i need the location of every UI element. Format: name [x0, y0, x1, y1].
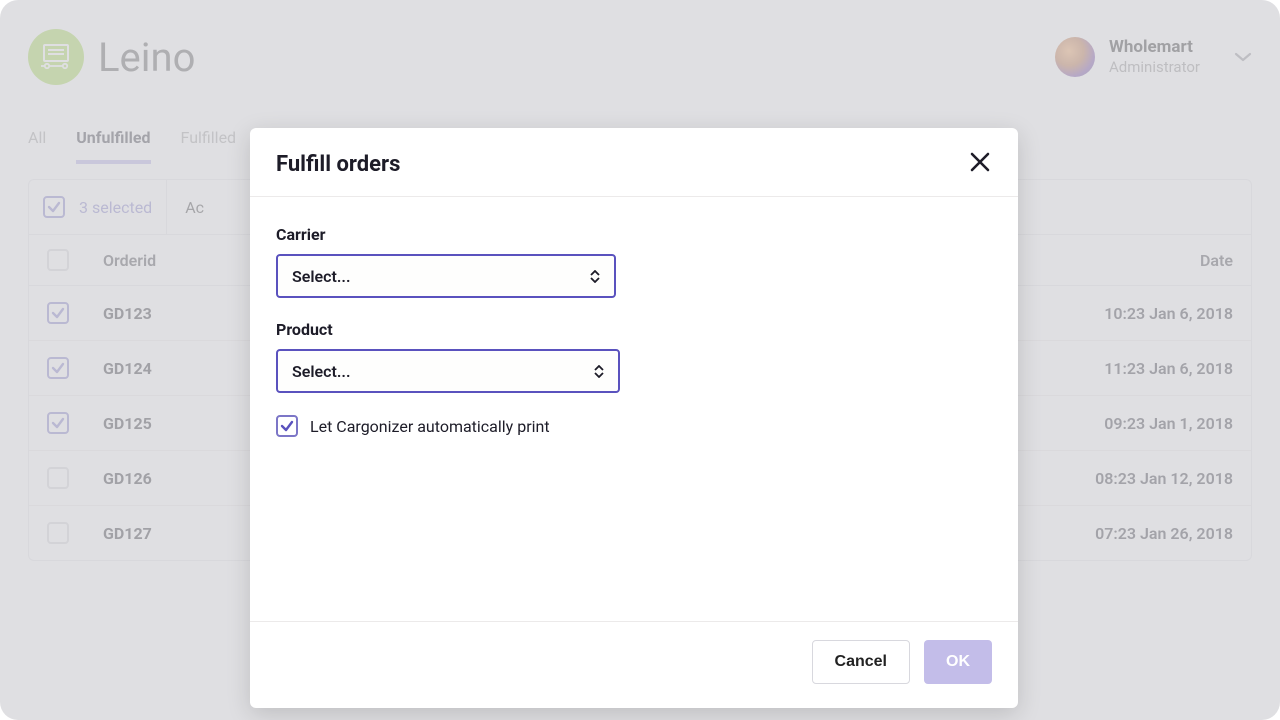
- auto-print-label: Let Cargonizer automatically print: [310, 417, 550, 436]
- product-label: Product: [276, 320, 992, 339]
- select-caret-icon: [590, 270, 600, 283]
- auto-print-row[interactable]: Let Cargonizer automatically print: [276, 415, 992, 437]
- cancel-button[interactable]: Cancel: [812, 640, 910, 684]
- select-caret-icon: [594, 365, 604, 378]
- carrier-field: Carrier Select...: [276, 225, 992, 298]
- modal-head: Fulfill orders: [250, 128, 1018, 197]
- ok-button[interactable]: OK: [924, 640, 992, 684]
- auto-print-checkbox[interactable]: [276, 415, 298, 437]
- product-field: Product Select...: [276, 320, 992, 393]
- product-select[interactable]: Select...: [276, 349, 620, 393]
- carrier-label: Carrier: [276, 225, 992, 244]
- fulfill-orders-modal: Fulfill orders Carrier Select... Product…: [250, 128, 1018, 708]
- carrier-select-value: Select...: [292, 267, 351, 286]
- carrier-select[interactable]: Select...: [276, 254, 616, 298]
- modal-title: Fulfill orders: [276, 152, 400, 177]
- close-icon[interactable]: [968, 150, 992, 178]
- modal-body: Carrier Select... Product Select...: [250, 197, 1018, 621]
- product-select-value: Select...: [292, 362, 351, 381]
- modal-foot: Cancel OK: [250, 621, 1018, 708]
